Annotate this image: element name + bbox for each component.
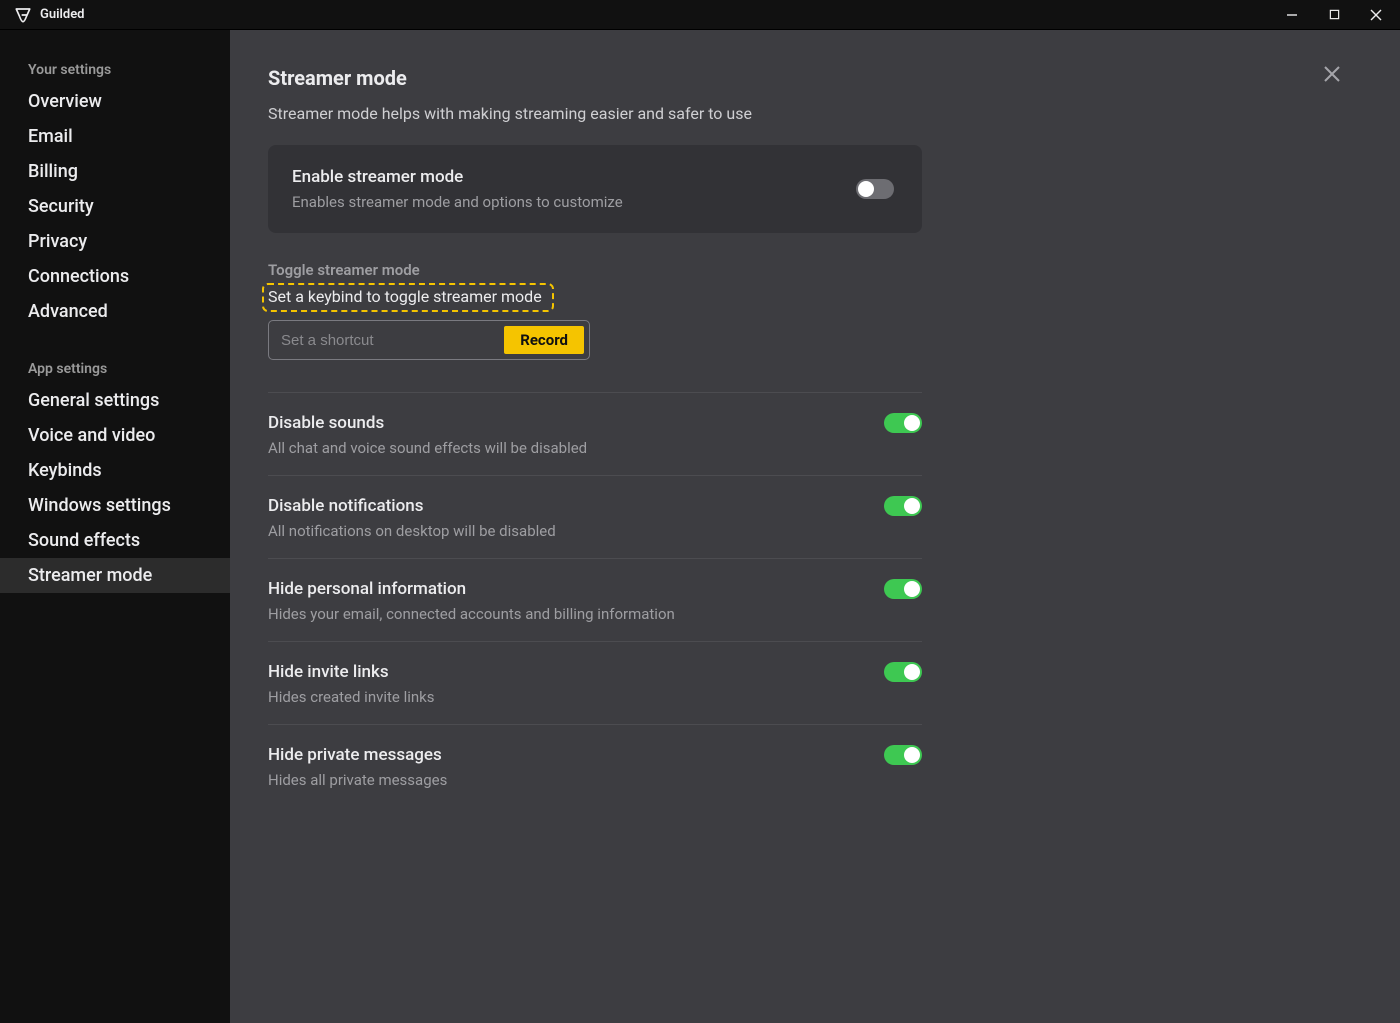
setting-row-disable-sounds: Disable sounds All chat and voice sound e… bbox=[268, 392, 922, 475]
setting-desc: Hides your email, connected accounts and… bbox=[268, 605, 864, 623]
sidebar-item-billing[interactable]: Billing bbox=[0, 154, 230, 189]
keybind-section-label: Toggle streamer mode bbox=[268, 261, 922, 279]
maximize-button[interactable] bbox=[1314, 1, 1354, 29]
sidebar-item-overview[interactable]: Overview bbox=[0, 84, 230, 119]
setting-toggle[interactable] bbox=[884, 579, 922, 599]
page-title: Streamer mode bbox=[268, 66, 922, 90]
setting-toggle[interactable] bbox=[884, 662, 922, 682]
enable-streamer-mode-card: Enable streamer mode Enables streamer mo… bbox=[268, 145, 922, 233]
titlebar: Guilded bbox=[0, 0, 1400, 30]
sidebar-item-windows-settings[interactable]: Windows settings bbox=[0, 488, 230, 523]
setting-row-disable-notifications: Disable notifications All notifications o… bbox=[268, 475, 922, 558]
settings-content: Streamer mode Streamer mode helps with m… bbox=[230, 30, 1400, 1023]
setting-toggle[interactable] bbox=[884, 745, 922, 765]
setting-desc: Hides all private messages bbox=[268, 771, 864, 789]
setting-desc: All chat and voice sound effects will be… bbox=[268, 439, 864, 457]
sidebar-item-general-settings[interactable]: General settings bbox=[0, 383, 230, 418]
setting-desc: Hides created invite links bbox=[268, 688, 864, 706]
sidebar-item-connections[interactable]: Connections bbox=[0, 259, 230, 294]
sidebar-item-email[interactable]: Email bbox=[0, 119, 230, 154]
setting-title: Disable notifications bbox=[268, 496, 864, 516]
setting-desc: All notifications on desktop will be dis… bbox=[268, 522, 864, 540]
setting-row-hide-private-messages: Hide private messages Hides all private m… bbox=[268, 724, 922, 807]
setting-title: Disable sounds bbox=[268, 413, 864, 433]
setting-toggle[interactable] bbox=[884, 496, 922, 516]
settings-sidebar: Your settings OverviewEmailBillingSecuri… bbox=[0, 30, 230, 1023]
sidebar-item-advanced[interactable]: Advanced bbox=[0, 294, 230, 329]
setting-row-hide-personal-information: Hide personal information Hides your emai… bbox=[268, 558, 922, 641]
setting-title: Hide invite links bbox=[268, 662, 864, 682]
enable-streamer-toggle[interactable] bbox=[856, 179, 894, 199]
page-subtitle: Streamer mode helps with making streamin… bbox=[268, 104, 922, 123]
enable-streamer-desc: Enables streamer mode and options to cus… bbox=[292, 193, 856, 211]
window-controls bbox=[1272, 1, 1396, 29]
enable-streamer-title: Enable streamer mode bbox=[292, 167, 856, 187]
sidebar-item-keybinds[interactable]: Keybinds bbox=[0, 453, 230, 488]
sidebar-item-sound-effects[interactable]: Sound effects bbox=[0, 523, 230, 558]
close-panel-button[interactable] bbox=[1322, 64, 1342, 88]
sidebar-item-privacy[interactable]: Privacy bbox=[0, 224, 230, 259]
setting-title: Hide private messages bbox=[268, 745, 864, 765]
app-logo-icon bbox=[14, 6, 32, 24]
close-window-button[interactable] bbox=[1356, 1, 1396, 29]
sidebar-item-streamer-mode[interactable]: Streamer mode bbox=[0, 558, 230, 593]
setting-toggle[interactable] bbox=[884, 413, 922, 433]
sidebar-section-app-settings: App settings bbox=[0, 353, 230, 383]
sidebar-item-voice-and-video[interactable]: Voice and video bbox=[0, 418, 230, 453]
sidebar-item-security[interactable]: Security bbox=[0, 189, 230, 224]
keybind-help-text: Set a keybind to toggle streamer mode bbox=[268, 287, 542, 306]
setting-title: Hide personal information bbox=[268, 579, 864, 599]
keybind-input-row: Record bbox=[268, 320, 590, 360]
minimize-button[interactable] bbox=[1272, 1, 1312, 29]
setting-row-hide-invite-links: Hide invite links Hides created invite li… bbox=[268, 641, 922, 724]
app-name: Guilded bbox=[40, 7, 85, 22]
keybind-help-highlight: Set a keybind to toggle streamer mode bbox=[262, 283, 554, 312]
sidebar-section-your-settings: Your settings bbox=[0, 54, 230, 84]
keybind-input[interactable] bbox=[269, 321, 499, 359]
record-button[interactable]: Record bbox=[501, 323, 587, 357]
